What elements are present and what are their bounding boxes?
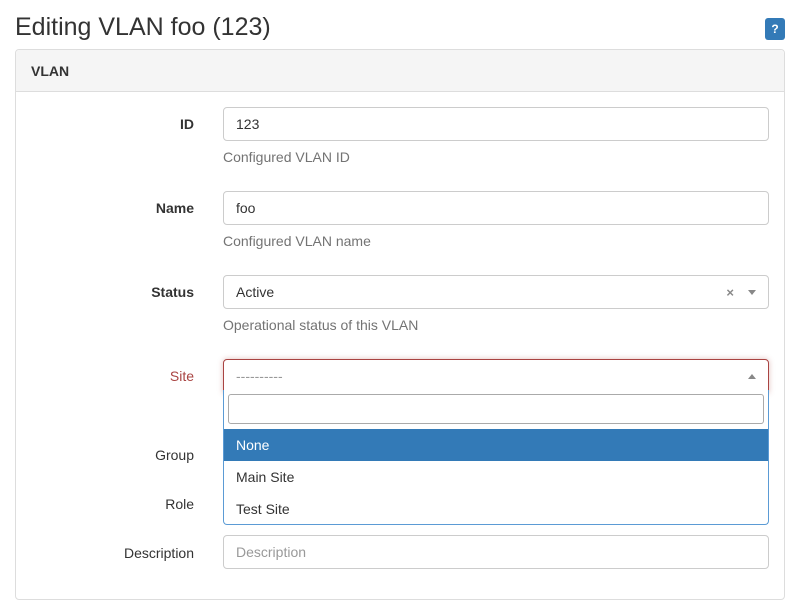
id-field[interactable] xyxy=(223,107,769,141)
site-option-none[interactable]: None xyxy=(224,429,768,461)
status-select[interactable]: Active × xyxy=(223,275,769,309)
status-label: Status xyxy=(151,284,194,300)
name-label: Name xyxy=(155,200,194,216)
name-help-text: Configured VLAN name xyxy=(223,233,371,249)
id-help-text: Configured VLAN ID xyxy=(223,149,350,165)
panel-heading: VLAN xyxy=(16,50,784,92)
site-selected-value: ---------- xyxy=(236,368,283,384)
help-button[interactable]: ? xyxy=(765,18,785,40)
site-option-main-site[interactable]: Main Site xyxy=(224,461,768,493)
name-field[interactable] xyxy=(223,191,769,225)
group-label: Group xyxy=(155,447,194,463)
site-dropdown: None Main Site Test Site xyxy=(223,390,769,525)
site-search-input[interactable] xyxy=(228,394,764,424)
status-help-text: Operational status of this VLAN xyxy=(223,317,419,333)
role-label: Role xyxy=(165,496,194,512)
chevron-down-icon xyxy=(748,290,756,295)
chevron-up-icon xyxy=(748,374,756,379)
status-selected-value: Active xyxy=(236,284,275,300)
description-field[interactable] xyxy=(223,535,769,569)
site-label: Site xyxy=(169,368,194,384)
page-title: Editing VLAN foo (123) xyxy=(15,13,271,41)
id-label: ID xyxy=(180,116,194,132)
clear-icon[interactable]: × xyxy=(726,285,734,300)
site-option-test-site[interactable]: Test Site xyxy=(224,493,768,525)
description-label: Description xyxy=(123,545,194,561)
site-select[interactable]: ---------- xyxy=(223,359,769,393)
